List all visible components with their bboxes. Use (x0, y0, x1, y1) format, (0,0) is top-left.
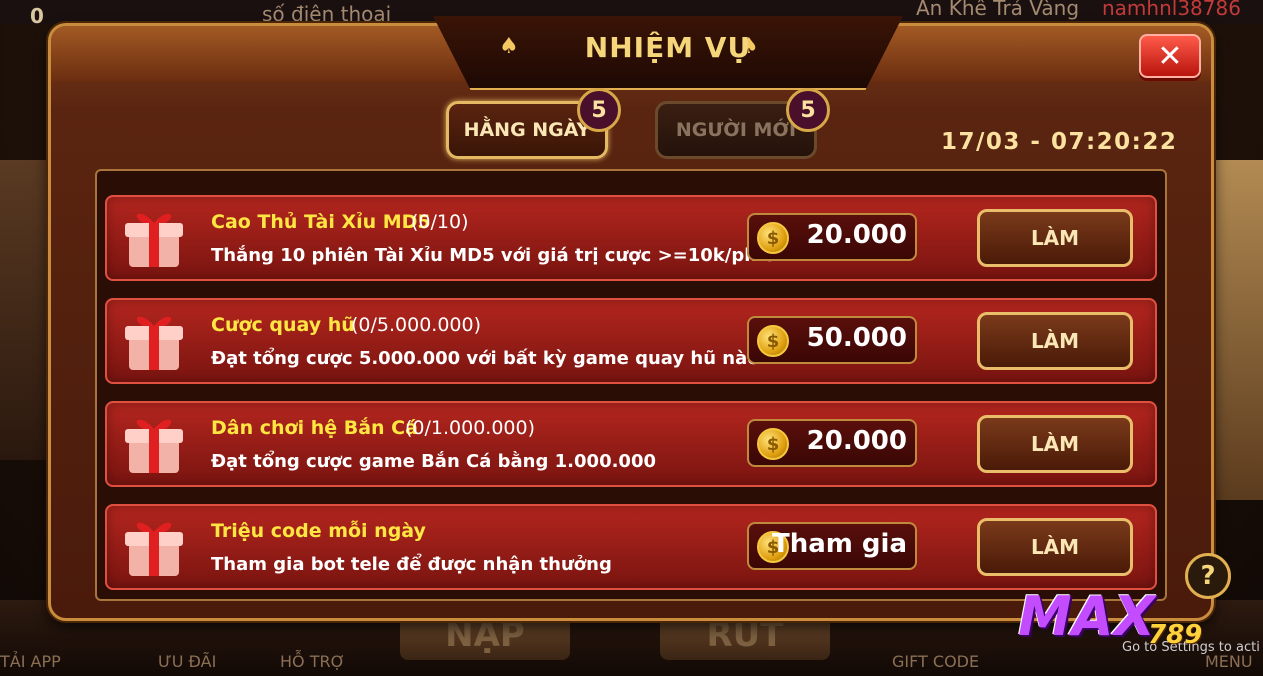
top-coin-value: 0 (30, 4, 44, 28)
ticker-user: namhnl38786 (1102, 0, 1241, 20)
task-progress: (0/1.000.000) (405, 417, 536, 439)
modal-title: NHIỆM VỤ (584, 31, 752, 64)
task-description: Đạt tổng cược game Bắn Cá bằng 1.000.000 (211, 451, 656, 472)
task-title: Dân chơi hệ Bắn Cá (211, 417, 418, 439)
tab-newbie-label: NGƯỜI MỚI (675, 119, 797, 141)
task-progress: (0/10) (411, 211, 469, 233)
task-description: Thắng 10 phiên Tài Xỉu MD5 với giá trị c… (211, 245, 789, 266)
do-task-button[interactable]: LÀM (977, 415, 1133, 473)
tab-newbie[interactable]: NGƯỜI MỚI 5 (655, 88, 830, 159)
reward-value: 50.000 (806, 323, 907, 353)
task-progress: (0/5.000.000) (351, 314, 482, 336)
reward-box: $ 20.000 (747, 213, 917, 261)
coin-icon: $ (757, 325, 789, 357)
gift-code-label[interactable]: GIFT CODE (892, 652, 979, 671)
task-description: Đạt tổng cược 5.000.000 với bất kỳ game … (211, 348, 760, 369)
do-task-button[interactable]: LÀM (977, 312, 1133, 370)
task-row: Dân chơi hệ Bắn Cá (0/1.000.000) Đạt tổn… (105, 401, 1157, 487)
reward-box: $ 50.000 (747, 316, 917, 364)
task-row: Triệu code mỗi ngày Tham gia bot tele để… (105, 504, 1157, 590)
reward-value: 20.000 (806, 426, 907, 456)
reward-box: $ 20.000 (747, 419, 917, 467)
brand-logo-number: 789 (1148, 620, 1203, 650)
tab-newbie-badge: 5 (786, 88, 830, 132)
tab-daily-badge: 5 (577, 88, 621, 132)
coin-icon: $ (757, 428, 789, 460)
gift-icon (125, 522, 183, 576)
support-label[interactable]: HỖ TRỢ (280, 652, 345, 671)
task-title: Cược quay hũ (211, 314, 355, 336)
gift-icon (125, 213, 183, 267)
coin-icon: $ (757, 222, 789, 254)
help-icon[interactable]: ? (1185, 553, 1231, 599)
reward-value: 20.000 (806, 220, 907, 250)
tab-daily[interactable]: HẰNG NGÀY 5 (446, 88, 621, 159)
gift-icon (125, 419, 183, 473)
mission-modal: ♠ ♠ NHIỆM VỤ ✕ HẰNG NGÀY 5 NGƯỜI MỚI 5 1… (48, 16, 1214, 621)
right-game-panel[interactable] (1210, 160, 1263, 500)
clock: 17/03 - 07:20:22 (941, 129, 1178, 155)
tab-daily-label: HẰNG NGÀY (463, 119, 591, 141)
close-icon: ✕ (1157, 38, 1183, 74)
left-game-panel[interactable] (0, 160, 50, 460)
ticker-text: An Khê Trả Vàng (916, 0, 1080, 20)
task-description: Tham gia bot tele để được nhận thưởng (211, 554, 612, 575)
task-list[interactable]: Cao Thủ Tài Xỉu MD5 (0/10) Thắng 10 phiê… (95, 169, 1167, 601)
do-task-button[interactable]: LÀM (977, 209, 1133, 267)
close-button[interactable]: ✕ (1139, 34, 1201, 78)
task-row: Cược quay hũ (0/5.000.000) Đạt tổng cược… (105, 298, 1157, 384)
reward-box[interactable]: $ Tham gia (747, 522, 917, 570)
promo-label[interactable]: ƯU ĐÃI (158, 652, 216, 671)
do-task-button[interactable]: LÀM (977, 518, 1133, 576)
gift-icon (125, 316, 183, 370)
reward-value: Tham gia (771, 529, 907, 559)
task-title: Triệu code mỗi ngày (211, 520, 426, 542)
task-row: Cao Thủ Tài Xỉu MD5 (0/10) Thắng 10 phiê… (105, 195, 1157, 281)
task-title: Cao Thủ Tài Xỉu MD5 (211, 211, 431, 233)
brand-logo: MAX (1018, 585, 1156, 648)
download-app-label[interactable]: TẢI APP (0, 652, 61, 671)
